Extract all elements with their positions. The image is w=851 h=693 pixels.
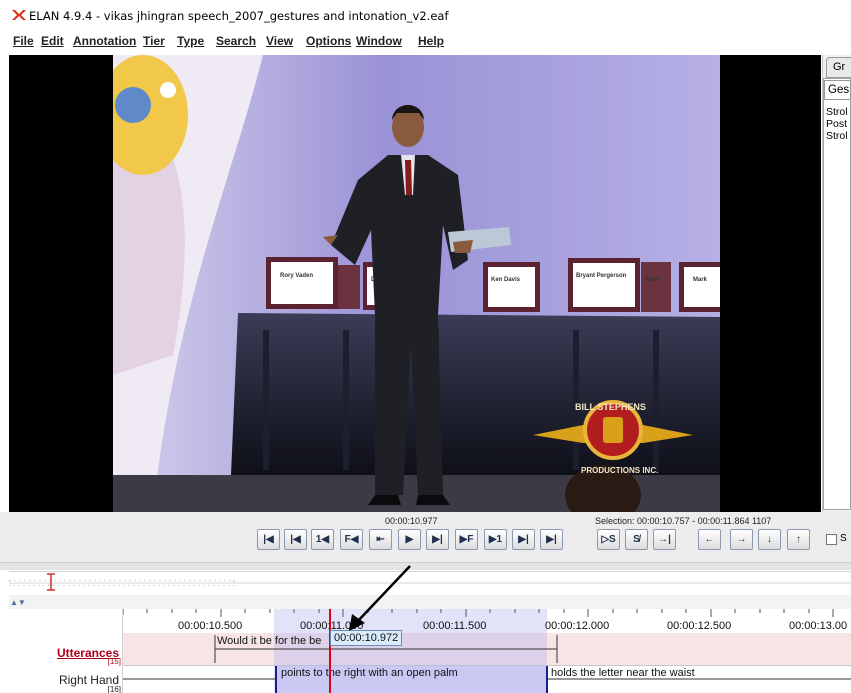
crosshair-line[interactable] xyxy=(329,609,331,693)
menu-window[interactable]: Window xyxy=(356,34,402,48)
next-frame-button[interactable]: ▶| xyxy=(512,529,535,550)
placard-4-text: Bryant Pergerson xyxy=(576,273,627,279)
selection-mode-button[interactable]: →| xyxy=(653,529,676,550)
placard-3-text: Ken Davis xyxy=(491,277,521,283)
menu-help[interactable]: Help xyxy=(418,34,444,48)
ruler-label: 00:00:12.500 xyxy=(667,620,732,632)
go-to-begin-button[interactable]: |◀ xyxy=(257,529,280,550)
menu-file[interactable]: File xyxy=(13,34,34,48)
frame-forward-button[interactable]: ▶F xyxy=(455,529,478,550)
collapse-arrows-icon[interactable]: ▲▼ xyxy=(10,598,26,607)
split-divider[interactable] xyxy=(0,562,851,570)
previous-frame-button[interactable]: |◀ xyxy=(284,529,307,550)
pixel-back-button[interactable]: ⇤ xyxy=(369,529,392,550)
logo-text-top: BILL STEPHENS xyxy=(575,402,646,412)
selection-checkbox-label: S xyxy=(840,533,847,544)
clear-selection-button[interactable]: S̸ xyxy=(625,529,648,550)
side-panel-line: Post xyxy=(826,118,848,130)
side-panel-content xyxy=(823,78,851,510)
frame-back-button[interactable]: F◀ xyxy=(340,529,363,550)
ruler-label: 00:00:10.500 xyxy=(178,620,243,632)
play-button[interactable]: ▶ xyxy=(398,529,421,550)
utterance-annotation[interactable]: Would it be for the be xyxy=(217,635,321,647)
crosshair-time-tooltip: 00:00:10.972 xyxy=(330,630,403,646)
overview-ruler xyxy=(9,580,851,586)
tier-count: [15] xyxy=(107,657,121,666)
side-panel-header[interactable]: Ges xyxy=(824,80,851,100)
step-forward-1s-button[interactable]: ▶1 xyxy=(484,529,507,550)
current-time: 00:00:10.977 xyxy=(385,516,438,526)
video-frame: Rory Vaden Don Ken Davis Bryant Pergerso… xyxy=(113,55,720,512)
annotation-up-button[interactable]: ↑ xyxy=(787,529,810,550)
window-title: ELAN 4.9.4 - vikas jhingran speech_2007_… xyxy=(29,9,449,23)
elan-logo-icon xyxy=(12,10,26,20)
placard-1-text: Rory Vaden xyxy=(280,273,313,279)
side-panel-line: Strol xyxy=(826,106,848,118)
menu-annotation[interactable]: Annotation xyxy=(73,34,136,48)
menu-type[interactable]: Type xyxy=(177,34,204,48)
menu-tier[interactable]: Tier xyxy=(143,34,165,48)
menu-options[interactable]: Options xyxy=(306,34,351,48)
play-selection-button[interactable]: ▶| xyxy=(426,529,449,550)
logo-text-bottom: PRODUCTIONS INC. xyxy=(581,466,658,475)
previous-annotation-button[interactable]: ← xyxy=(698,529,721,550)
step-back-1s-button[interactable]: 1◀ xyxy=(311,529,334,550)
right-hand-annotation[interactable]: holds the letter near the waist xyxy=(551,667,695,679)
selection-readout: Selection: 00:00:10.757 - 00:00:11.864 1… xyxy=(595,516,772,526)
side-panel-tab[interactable]: Gr xyxy=(826,57,851,78)
placard-5-text: Ryan xyxy=(645,277,660,283)
tier-count: [16] xyxy=(107,685,121,693)
menu-edit[interactable]: Edit xyxy=(41,34,64,48)
go-to-end-button[interactable]: ▶| xyxy=(540,529,563,550)
menu-search[interactable]: Search xyxy=(216,34,256,48)
selection-checkbox[interactable] xyxy=(826,534,837,545)
play-selection-s-button[interactable]: ▷S xyxy=(597,529,620,550)
annotation-down-button[interactable]: ↓ xyxy=(758,529,781,550)
overview-position-marker[interactable] xyxy=(46,572,56,592)
ruler-ticks xyxy=(123,609,834,617)
side-panel-line: Strol xyxy=(826,130,848,142)
menu-view[interactable]: View xyxy=(266,34,293,48)
ruler-label: 00:00:13.00 xyxy=(789,620,848,632)
next-annotation-button[interactable]: → xyxy=(730,529,753,550)
right-hand-annotation[interactable]: points to the right with an open palm xyxy=(281,667,458,679)
placard-6-text: Mark xyxy=(693,277,708,283)
ruler-label: 00:00:12.000 xyxy=(545,620,610,632)
ruler-label: 00:00:11.500 xyxy=(423,620,487,632)
